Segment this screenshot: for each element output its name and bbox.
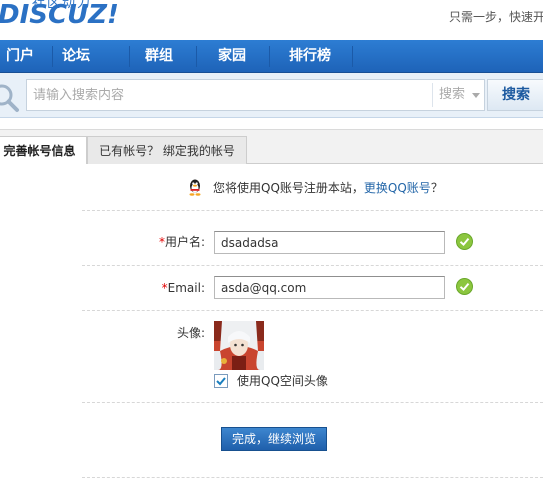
tab-bar: 完善帐号信息 已有帐号？ 绑定我的帐号	[0, 129, 543, 166]
tab-complete-account[interactable]: 完善帐号信息	[0, 136, 87, 166]
qq-penguin-icon	[189, 179, 201, 196]
logo[interactable]: 社区动力 DISCUZ!	[0, 0, 122, 36]
divider	[82, 402, 543, 403]
search-input[interactable]	[33, 80, 433, 110]
use-qq-avatar-label[interactable]: 使用QQ空间头像	[237, 372, 328, 390]
qq-notice: 您将使用QQ账号注册本站，更换QQ账号？	[187, 178, 443, 198]
divider	[82, 477, 543, 478]
checkmark-icon	[216, 377, 226, 386]
avatar-label: 头像:	[176, 326, 205, 340]
divider	[82, 265, 543, 266]
nav-item-home[interactable]: 家园	[213, 40, 251, 73]
notice-suffix: ？	[430, 181, 443, 195]
notice-text: 您将使用QQ账号注册本站，	[213, 181, 364, 195]
avatar	[214, 321, 264, 370]
username-field[interactable]	[214, 231, 445, 254]
nav-item-ranking[interactable]: 排行榜	[283, 40, 337, 73]
submit-button[interactable]: 完成，继续浏览	[221, 427, 327, 451]
nav-item-forum[interactable]: 论坛	[60, 40, 92, 73]
main-nav: 门户 论坛 群组 家园 排行榜	[0, 40, 543, 73]
divider	[82, 210, 543, 211]
nav-item-portal[interactable]: 门户	[0, 40, 40, 73]
use-qq-avatar-checkbox[interactable]	[214, 374, 228, 388]
header: 社区动力 DISCUZ! 只需一步，快速开	[0, 0, 543, 40]
logo-text: DISCUZ!	[0, 0, 119, 30]
search-button[interactable]: 搜索	[487, 79, 543, 111]
quick-login-text: 只需一步，快速开	[449, 10, 543, 24]
nav-divider	[352, 46, 353, 67]
tab-bind-account[interactable]: 已有帐号？ 绑定我的帐号	[87, 136, 247, 165]
nav-divider	[129, 46, 130, 67]
chevron-down-icon	[472, 93, 480, 98]
search-icon	[0, 84, 19, 112]
check-ok-icon	[456, 278, 473, 295]
search-box: 搜索	[26, 79, 485, 111]
email-label: *Email:	[133, 277, 205, 299]
search-bar: 搜索 搜索	[0, 73, 543, 118]
username-label-text: 用户名:	[164, 235, 205, 249]
nav-item-groups[interactable]: 群组	[141, 40, 177, 73]
divider	[82, 310, 543, 311]
nav-divider	[196, 46, 197, 67]
check-ok-icon	[456, 233, 473, 250]
change-qq-account-link[interactable]: 更换QQ账号	[364, 181, 431, 195]
username-label: *用户名:	[133, 231, 205, 253]
nav-divider	[52, 46, 53, 67]
email-label-text: Email:	[167, 281, 205, 295]
nav-divider	[269, 46, 270, 67]
search-type-select[interactable]: 搜索	[432, 83, 484, 107]
register-form: 您将使用QQ账号注册本站，更换QQ账号？ *用户名: *Email: 头像: 使…	[0, 164, 543, 490]
search-type-label: 搜索	[439, 87, 466, 102]
email-field[interactable]	[214, 276, 445, 299]
